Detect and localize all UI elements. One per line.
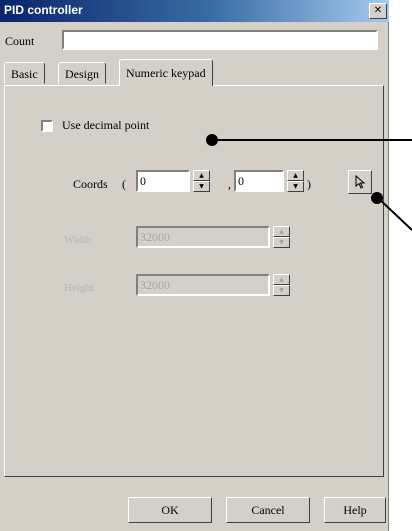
count-label: Count	[5, 34, 35, 48]
height-spinner: ▲ ▼	[273, 274, 290, 296]
tab-design[interactable]: Design	[58, 62, 106, 84]
coords-close-paren: )	[307, 177, 311, 191]
tab-numeric-keypad[interactable]: Numeric keypad	[119, 59, 213, 86]
cancel-button[interactable]: Cancel	[226, 497, 310, 523]
use-decimal-point-checkbox[interactable]	[41, 120, 53, 132]
height-label: Height	[64, 282, 94, 294]
coords-y-down-button[interactable]: ▼	[287, 181, 304, 192]
coords-y-up-button[interactable]: ▲	[287, 170, 304, 181]
tab-basic-label: Basic	[11, 67, 38, 81]
title-bar[interactable]: PID controller ✕	[0, 0, 389, 22]
coords-x-input[interactable]: 0	[136, 170, 190, 192]
coords-pick-button[interactable]	[348, 170, 372, 194]
coords-separator: ,	[228, 177, 231, 191]
coords-label: Coords	[73, 177, 108, 191]
coords-y-value: 0	[238, 174, 244, 188]
cancel-label: Cancel	[251, 503, 285, 517]
help-label: Help	[343, 503, 367, 517]
coords-y-spinner: ▲ ▼	[287, 170, 304, 192]
tab-numeric-keypad-label: Numeric keypad	[126, 66, 206, 80]
tab-strip: Basic Design Numeric keypad	[4, 59, 384, 86]
close-button[interactable]: ✕	[369, 3, 387, 19]
width-down-button[interactable]: ▼	[273, 237, 290, 248]
height-down-button[interactable]: ▼	[273, 285, 290, 296]
width-spinner: ▲ ▼	[273, 226, 290, 248]
count-input[interactable]	[62, 30, 378, 50]
height-input[interactable]: 32000	[136, 274, 270, 296]
coords-open-paren: (	[122, 177, 126, 191]
coords-x-spinner: ▲ ▼	[193, 170, 210, 192]
width-value: 32000	[140, 230, 170, 244]
height-value: 32000	[140, 278, 170, 292]
coords-y-input[interactable]: 0	[234, 170, 284, 192]
coords-x-value: 0	[140, 174, 146, 188]
width-input[interactable]: 32000	[136, 226, 270, 248]
callout-line-pick-button	[376, 196, 412, 231]
tab-design-label: Design	[65, 67, 99, 81]
help-button[interactable]: Help	[324, 497, 386, 523]
coords-x-up-button[interactable]: ▲	[193, 170, 210, 181]
tab-basic[interactable]: Basic	[4, 62, 45, 84]
height-up-button[interactable]: ▲	[273, 274, 290, 285]
use-decimal-point-label[interactable]: Use decimal point	[62, 118, 149, 133]
ok-label: OK	[161, 503, 179, 517]
width-label: Width	[64, 234, 92, 246]
ok-button[interactable]: OK	[128, 497, 212, 523]
pid-controller-dialog: PID controller ✕ Count Basic Design Nume…	[0, 0, 389, 531]
coords-x-down-button[interactable]: ▼	[193, 181, 210, 192]
close-icon: ✕	[373, 5, 383, 16]
callout-line-panel	[212, 139, 412, 141]
window-title: PID controller	[4, 3, 83, 17]
width-up-button[interactable]: ▲	[273, 226, 290, 237]
pointer-pick-icon	[355, 174, 366, 189]
